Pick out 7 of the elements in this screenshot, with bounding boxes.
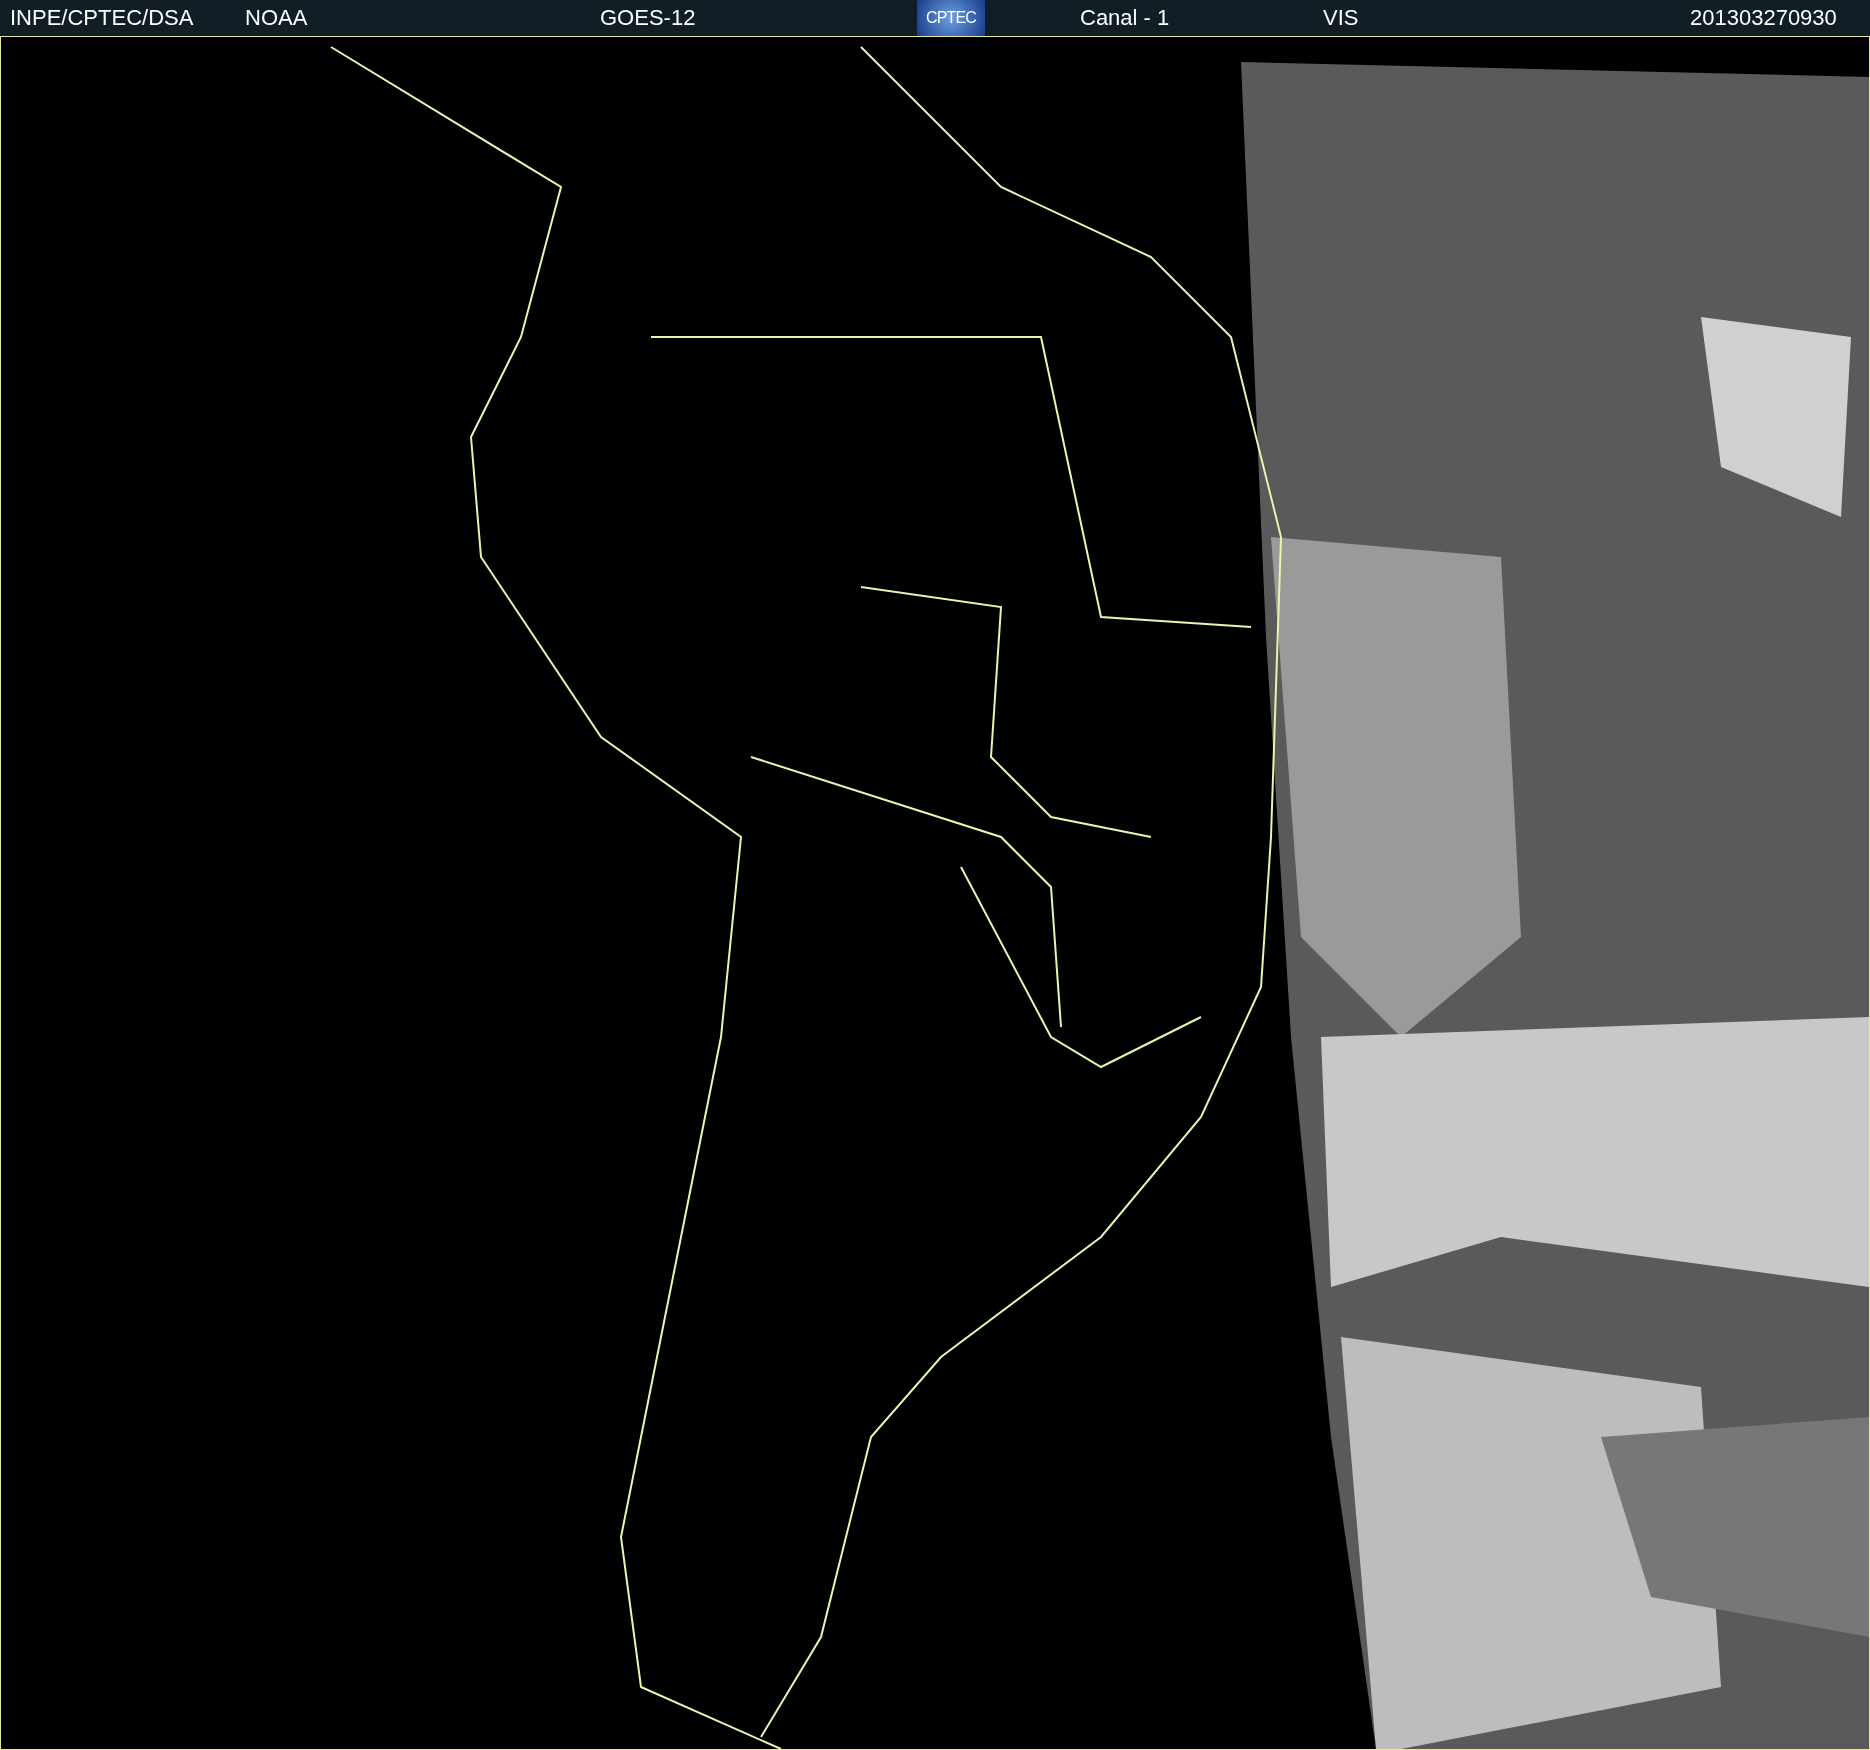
header-label: GOES-12 — [600, 4, 696, 32]
header-label: INPE/CPTEC/DSA — [10, 4, 194, 32]
header-label: 201303270930 — [1690, 4, 1837, 32]
header-label: VIS — [1323, 4, 1359, 32]
header-label: Canal - 1 — [1080, 4, 1170, 32]
logo: CPTEC — [917, 0, 985, 36]
header-label: NOAA — [245, 4, 308, 32]
